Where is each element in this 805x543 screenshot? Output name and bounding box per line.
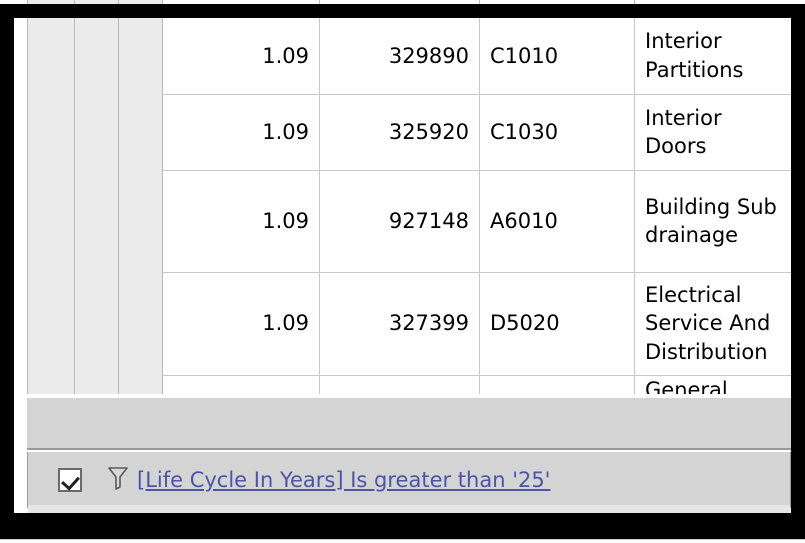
cell-factor[interactable]: 1.09	[162, 170, 320, 273]
cell-code[interactable]: D5020	[479, 272, 635, 376]
cell-id[interactable]: 325920	[319, 94, 480, 171]
cell-code[interactable]: C1030	[479, 94, 635, 171]
table-row[interactable]: 1.09 329890 C1010 Interior Partitions	[27, 18, 791, 95]
cell-description[interactable]: Electrical Service And Distribution	[634, 272, 791, 376]
cell-factor[interactable]: 1.09	[162, 18, 320, 95]
window-frame-left	[0, 4, 14, 527]
application-window: 1.09 329890 C1010 Interior Partitions 1.…	[0, 0, 805, 543]
cell-id[interactable]	[319, 375, 480, 394]
row-selector-cell[interactable]	[74, 94, 119, 170]
cell-code[interactable]: A6010	[479, 170, 635, 273]
window-frame-top	[0, 4, 805, 18]
grid-footer-band	[27, 398, 791, 450]
window-frame-right	[791, 4, 805, 527]
filter-bar[interactable]: [Life Cycle In Years] Is greater than '2…	[27, 452, 791, 508]
row-selector-cell[interactable]	[27, 94, 75, 170]
table-row[interactable]: 1.09 327399 D5020 Electrical Service And…	[27, 272, 791, 376]
cell-factor[interactable]: 1.09	[162, 272, 320, 376]
row-selector-cell[interactable]	[118, 272, 163, 375]
row-selector-cell[interactable]	[74, 170, 119, 272]
cell-factor[interactable]	[162, 375, 320, 394]
row-selector-cell[interactable]	[74, 272, 119, 375]
filter-bar-underline	[28, 505, 790, 513]
cell-description[interactable]: General	[634, 375, 791, 394]
window-frame-bottom	[0, 513, 805, 539]
data-grid-table: 1.09 329890 C1010 Interior Partitions 1.…	[27, 18, 791, 394]
row-selector-cell[interactable]	[27, 272, 75, 375]
funnel-icon	[107, 465, 129, 495]
filter-expression-link[interactable]: [Life Cycle In Years] Is greater than '2…	[137, 468, 550, 492]
cell-code[interactable]	[479, 375, 635, 394]
cell-id[interactable]: 327399	[319, 272, 480, 376]
table-row[interactable]: 1.09 325920 C1030 Interior Doors	[27, 94, 791, 171]
cell-description[interactable]: Interior Doors	[634, 94, 791, 171]
filter-enabled-checkbox[interactable]	[58, 467, 82, 492]
cell-description[interactable]: Interior Partitions	[634, 18, 791, 95]
window-outer-strip	[0, 539, 805, 543]
row-selector-cell[interactable]	[118, 170, 163, 272]
row-selector-cell[interactable]	[27, 375, 75, 394]
data-grid[interactable]: 1.09 329890 C1010 Interior Partitions 1.…	[27, 18, 791, 394]
cell-id[interactable]: 927148	[319, 170, 480, 273]
row-selector-cell[interactable]	[118, 375, 163, 394]
row-selector-cell[interactable]	[118, 18, 163, 94]
cell-factor[interactable]: 1.09	[162, 94, 320, 171]
filter-bar-content: [Life Cycle In Years] Is greater than '2…	[28, 459, 550, 501]
row-selector-cell[interactable]	[27, 18, 75, 94]
cell-id[interactable]: 329890	[319, 18, 480, 95]
cell-code[interactable]: C1010	[479, 18, 635, 95]
cell-description[interactable]: Building Sub drainage	[634, 170, 791, 273]
row-selector-cell[interactable]	[74, 375, 119, 394]
row-selector-cell[interactable]	[74, 18, 119, 94]
row-selector-cell[interactable]	[118, 94, 163, 170]
data-grid-body: 1.09 329890 C1010 Interior Partitions 1.…	[27, 18, 791, 394]
table-row[interactable]: General	[27, 375, 791, 394]
row-selector-cell[interactable]	[27, 170, 75, 272]
client-area: 1.09 329890 C1010 Interior Partitions 1.…	[14, 18, 791, 513]
table-row[interactable]: 1.09 927148 A6010 Building Sub drainage	[27, 170, 791, 273]
